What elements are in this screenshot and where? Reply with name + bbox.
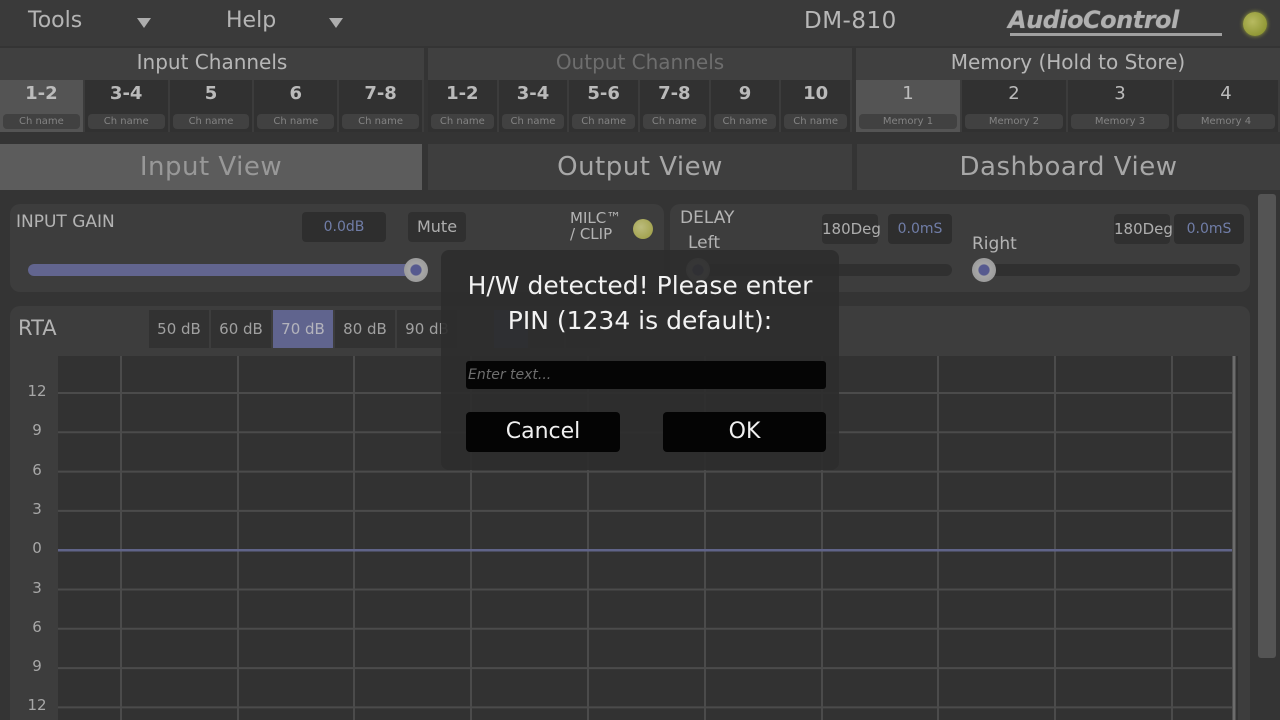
pin-dialog-message-line2: PIN (1234 is default): xyxy=(507,306,773,335)
ok-button[interactable]: OK xyxy=(663,412,826,452)
cancel-button[interactable]: Cancel xyxy=(466,412,620,452)
pin-dialog-message: H/W detected! Please enter PIN (1234 is … xyxy=(441,268,839,338)
pin-dialog: H/W detected! Please enter PIN (1234 is … xyxy=(441,250,839,470)
pin-input[interactable] xyxy=(466,361,826,389)
pin-dialog-message-line1: H/W detected! Please enter xyxy=(467,271,813,300)
